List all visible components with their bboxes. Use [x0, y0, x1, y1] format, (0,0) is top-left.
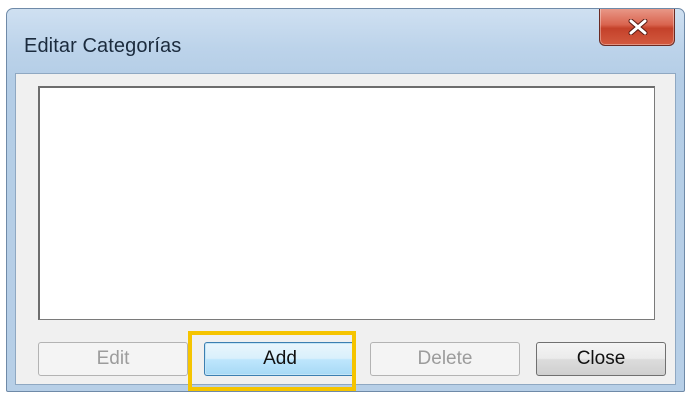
close-button[interactable]: Close [536, 342, 666, 376]
window-close-button[interactable] [599, 9, 675, 46]
add-button[interactable]: Add [204, 342, 356, 376]
window-title: Editar Categorías [24, 35, 182, 57]
delete-button[interactable]: Delete [370, 342, 520, 376]
dialog-client-area: Edit Add Delete Close [15, 73, 676, 385]
edit-button[interactable]: Edit [38, 342, 188, 376]
title-bar[interactable]: Editar Categorías [7, 9, 684, 73]
dialog-window: Editar Categorías Edit Add Delete Close [6, 8, 685, 392]
close-icon [628, 19, 648, 35]
categories-list[interactable] [38, 86, 655, 320]
